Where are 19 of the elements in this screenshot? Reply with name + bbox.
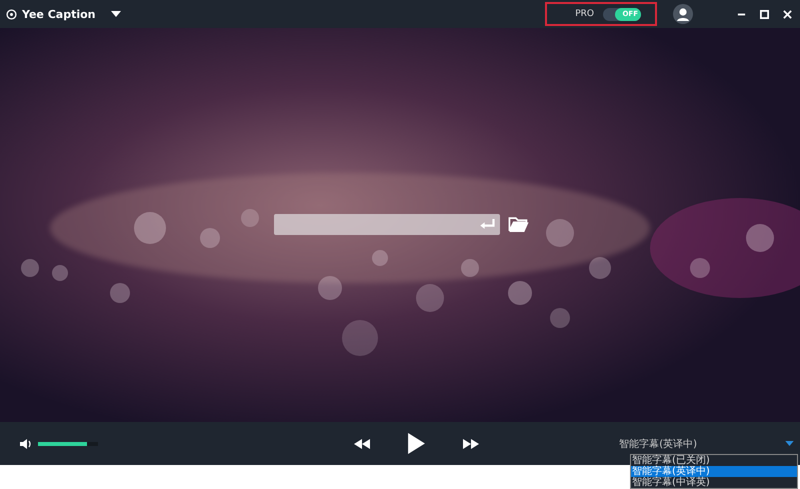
user-avatar-icon[interactable] [673,4,693,24]
dropdown-option[interactable]: 智能字幕(中译英) [631,477,797,488]
close-icon[interactable] [783,10,792,18]
dropdown-option[interactable]: 智能字幕(英译中) [631,466,797,477]
window-title: Yee Caption [22,8,96,20]
dropdown-option[interactable]: 智能字幕(已关闭) [631,455,797,466]
caption-mode-dropdown[interactable]: 智能字幕(英译中) [619,436,697,450]
dropdown-caret-icon[interactable] [785,441,794,446]
fast-forward-icon[interactable] [463,438,479,448]
caret-icon[interactable] [110,11,120,17]
folder-icon[interactable] [508,216,530,233]
url-input-field[interactable] [274,214,500,235]
volume-icon[interactable] [20,438,32,448]
rewind-icon[interactable] [354,438,370,448]
play-icon[interactable] [408,433,425,454]
app-logo-icon [6,8,17,20]
pro-label: PRO [575,9,594,19]
volume-slider[interactable] [38,442,98,446]
maximize-icon[interactable] [760,10,769,18]
